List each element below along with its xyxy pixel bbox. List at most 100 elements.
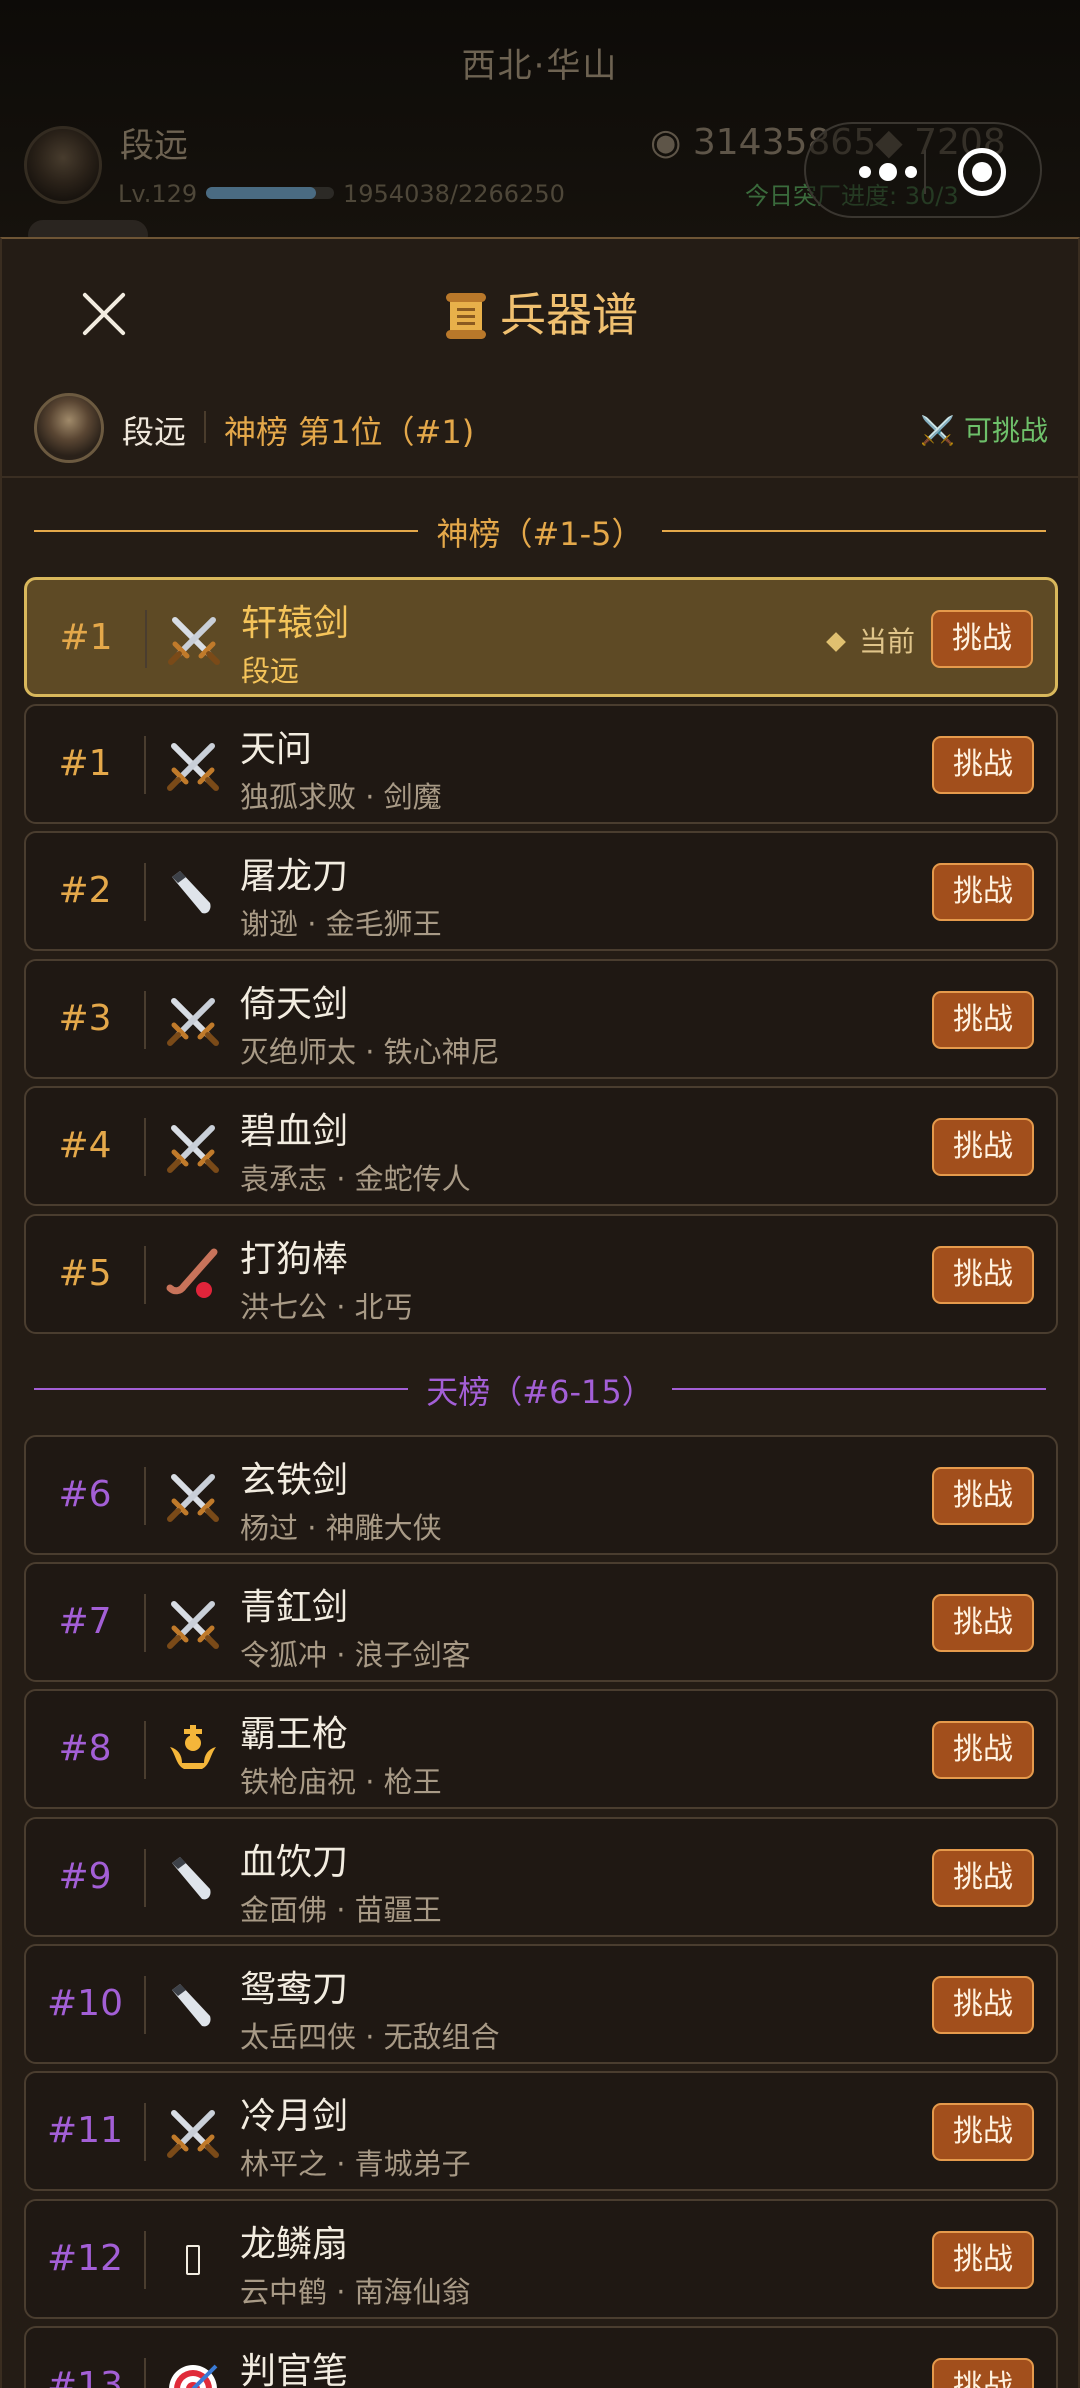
current-indicator: 当前	[826, 620, 915, 660]
my-rank-summary: 段远 神榜 第1位（#1) ⚔️ 可挑战	[2, 389, 1080, 479]
xp-text: 1954038/2266250	[343, 180, 565, 208]
knife-icon	[164, 1976, 222, 2034]
coin-icon: ◉	[650, 122, 693, 163]
knife-icon	[164, 863, 222, 921]
weapon-name: 冷月剑	[240, 2096, 349, 2137]
weapon-owner: 云中鹤 · 南海仙翁	[240, 2275, 471, 2309]
ranking-row: #4 碧血剑 袁承志 · 金蛇传人 挑战	[24, 1086, 1058, 1206]
player-name: 段远	[120, 126, 188, 166]
challenge-button[interactable]: 挑战	[932, 2231, 1034, 2289]
weapon-name: 轩辕剑	[241, 603, 350, 644]
challenge-button[interactable]: 挑战	[932, 1849, 1034, 1907]
scroll-icon	[446, 293, 486, 339]
ranking-row: #5 打狗棒 洪七公 · 北丐 挑战	[24, 1214, 1058, 1334]
challenge-button[interactable]: 挑战	[932, 2103, 1034, 2161]
weapon-owner: 独孤求败 · 剑魔	[240, 780, 442, 814]
location-title: 西北·华山	[461, 46, 619, 86]
section-header: 天榜（#6-15）	[34, 1367, 1046, 1411]
rank-number: #13	[47, 2365, 123, 2388]
miniprogram-capsule	[804, 122, 1042, 218]
modal-title: 兵器谱	[2, 279, 1080, 345]
trident-emblem-icon	[164, 1721, 222, 1779]
rank-number: #1	[58, 743, 112, 784]
section-header: 神榜（#1-5）	[34, 509, 1046, 553]
crossed-swords-icon	[164, 1118, 222, 1176]
player-level: Lv.129	[118, 180, 198, 208]
rank-number: #7	[58, 1601, 112, 1642]
weapon-owner: 太岳四侠 · 无敌组合	[240, 2020, 500, 2054]
challenge-button[interactable]: 挑战	[932, 736, 1034, 794]
weapon-name: 屠龙刀	[240, 856, 349, 897]
challenge-button[interactable]: 挑战	[932, 1118, 1034, 1176]
challenge-button[interactable]: 挑战	[932, 991, 1034, 1049]
challenge-button[interactable]: 挑战	[931, 610, 1033, 668]
ranking-row-current: #1 轩辕剑 段远 当前 挑战	[24, 577, 1058, 697]
fan-missing-glyph-icon	[164, 2231, 222, 2289]
challenge-status: ⚔️ 可挑战	[920, 414, 1048, 447]
weapon-name: 龙鳞扇	[240, 2224, 349, 2265]
ranking-row: #1 天问 独孤求败 · 剑魔 挑战	[24, 704, 1058, 824]
section-title: 天榜（#6-15）	[408, 1373, 672, 1411]
weapon-owner: 金面佛 · 苗疆王	[240, 1893, 442, 1927]
challenge-button[interactable]: 挑战	[932, 2358, 1034, 2388]
rank-number: #4	[58, 1125, 112, 1166]
ranking-row: #11 冷月剑 林平之 · 青城弟子 挑战	[24, 2071, 1058, 2191]
rank-number: #10	[47, 1983, 123, 2024]
crossed-swords-icon	[165, 610, 223, 668]
ranking-row: #9 血饮刀 金面佛 · 苗疆王 挑战	[24, 1817, 1058, 1937]
rank-number: #11	[47, 2110, 123, 2151]
weapon-owner: 袁承志 · 金蛇传人	[240, 1162, 471, 1196]
weapon-owner: 林平之 · 青城弟子	[240, 2147, 471, 2181]
weapon-name: 天问	[240, 729, 313, 770]
ranking-row: #13 判官笔 挑战	[24, 2326, 1058, 2388]
player-avatar	[24, 126, 102, 204]
weapon-owner: 灭绝师太 · 铁心神尼	[240, 1035, 500, 1069]
weapon-owner: 洪七公 · 北丐	[240, 1290, 413, 1324]
weapon-name: 碧血剑	[240, 1111, 349, 1152]
close-miniprogram-icon[interactable]	[958, 148, 1006, 196]
weapon-owner: 杨过 · 神雕大侠	[240, 1511, 442, 1545]
my-avatar	[34, 393, 104, 463]
my-name: 段远	[122, 413, 187, 451]
ranking-row: #10 鸳鸯刀 太岳四侠 · 无敌组合 挑战	[24, 1944, 1058, 2064]
knife-icon	[164, 1849, 222, 1907]
rank-number: #9	[58, 1856, 112, 1897]
more-menu-icon[interactable]	[838, 124, 938, 220]
target-icon	[164, 2358, 222, 2388]
ranking-row: #12 龙鳞扇 云中鹤 · 南海仙翁 挑战	[24, 2199, 1058, 2319]
challenge-button[interactable]: 挑战	[932, 863, 1034, 921]
crossed-swords-icon	[164, 991, 222, 1049]
challenge-button[interactable]: 挑战	[932, 1721, 1034, 1779]
weapon-name: 打狗棒	[240, 1239, 349, 1280]
weapon-name: 玄铁剑	[240, 1460, 349, 1501]
divider	[2, 476, 1078, 478]
challenge-button[interactable]: 挑战	[932, 1467, 1034, 1525]
weapon-owner: 铁枪庙祝 · 枪王	[240, 1765, 442, 1799]
ranking-row: #2 屠龙刀 谢逊 · 金毛狮王 挑战	[24, 831, 1058, 951]
crossed-swords-icon	[164, 736, 222, 794]
ranking-row: #6 玄铁剑 杨过 · 神雕大侠 挑战	[24, 1435, 1058, 1555]
weapon-name: 判官笔	[240, 2351, 349, 2388]
xp-bar-fill	[206, 187, 317, 199]
challenge-button[interactable]: 挑战	[932, 1246, 1034, 1304]
my-rank: 神榜 第1位（#1)	[224, 413, 475, 451]
weapon-name: 青釭剑	[240, 1587, 349, 1628]
section-title: 神榜（#1-5）	[418, 515, 662, 553]
weapon-owner: 谢逊 · 金毛狮王	[240, 907, 442, 941]
weapon-name: 鸳鸯刀	[240, 1969, 349, 2010]
weapon-owner: 令狐冲 · 浪子剑客	[240, 1638, 471, 1672]
weapon-owner: 段远	[241, 654, 300, 688]
rank-number: #8	[58, 1728, 112, 1769]
rank-number: #2	[58, 870, 112, 911]
challenge-button[interactable]: 挑战	[932, 1976, 1034, 2034]
hockey-stick-icon	[164, 1246, 222, 1304]
weapon-name: 霸王枪	[240, 1714, 349, 1755]
diamond-icon	[826, 632, 846, 652]
crossed-swords-icon	[164, 1594, 222, 1652]
ranking-row: #3 倚天剑 灭绝师太 · 铁心神尼 挑战	[24, 959, 1058, 1079]
crossed-swords-icon	[164, 1467, 222, 1525]
challenge-button[interactable]: 挑战	[932, 1594, 1034, 1652]
rank-number: #6	[58, 1474, 112, 1515]
rank-number: #12	[47, 2238, 123, 2279]
ranking-row: #7 青釭剑 令狐冲 · 浪子剑客 挑战	[24, 1562, 1058, 1682]
